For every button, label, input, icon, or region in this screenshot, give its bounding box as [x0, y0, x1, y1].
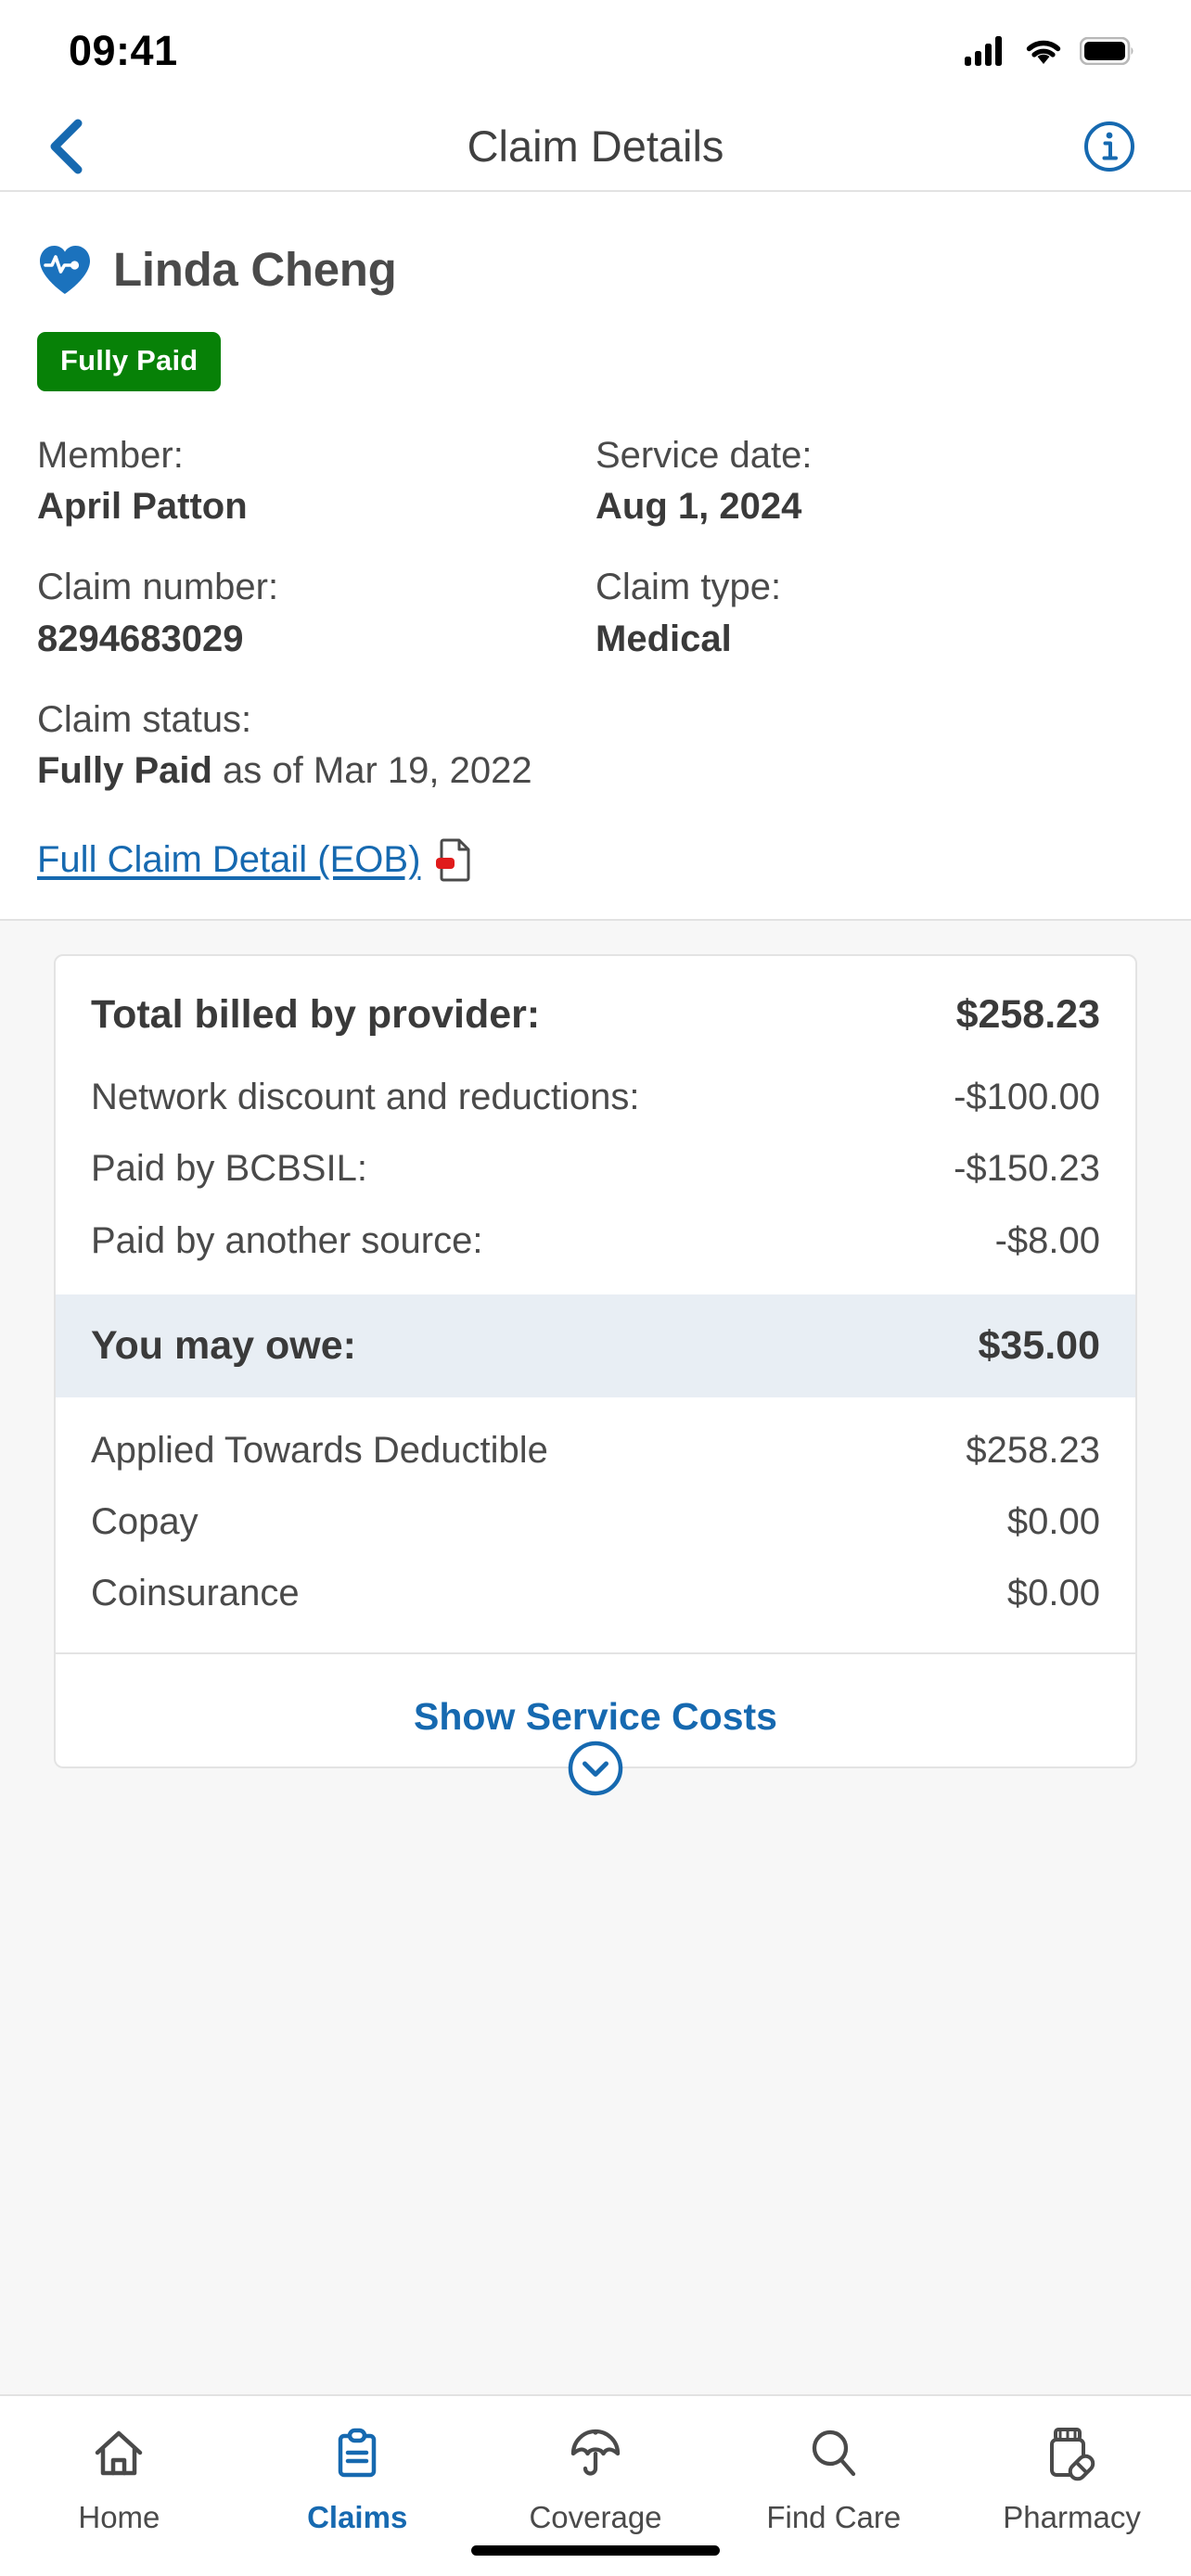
- breakdown-row-copay: Copay $0.00: [56, 1478, 1135, 1549]
- pill-bottle-icon: [1049, 2428, 1095, 2481]
- field-claim-status: Claim status: Fully Paid as of Mar 19, 2…: [37, 696, 1154, 795]
- tab-find-care[interactable]: Find Care: [714, 2420, 953, 2535]
- field-member: Member: April Patton: [37, 432, 596, 530]
- total-billed-row: Total billed by provider: $258.23: [56, 956, 1135, 1053]
- umbrella-icon: [570, 2429, 621, 2476]
- field-value: April Patton: [37, 486, 248, 528]
- breakdown-amount: $258.23: [966, 1429, 1100, 1471]
- breakdown-label: Coinsurance: [91, 1573, 300, 1614]
- info-circle-icon: [1084, 121, 1134, 172]
- cost-row-label: Network discount and reductions:: [91, 1077, 640, 1118]
- claim-status-date: as of Mar 19, 2022: [211, 749, 532, 791]
- status-bar-indicators: [965, 36, 1133, 66]
- navigation-header: Claim Details: [0, 102, 1191, 192]
- field-value: Aug 1, 2024: [596, 486, 802, 528]
- claim-fields-grid: Member: April Patton Service date: Aug 1…: [37, 432, 1154, 795]
- cost-card: Total billed by provider: $258.23 Networ…: [54, 954, 1137, 1769]
- you-may-owe-row: You may owe: $35.00: [56, 1294, 1135, 1397]
- search-icon: [812, 2429, 855, 2477]
- scroll-content: Linda Cheng Fully Paid Member: April Pat…: [0, 192, 1191, 2394]
- breakdown-amount: $0.00: [1006, 1500, 1100, 1542]
- heart-pulse-icon: [40, 245, 90, 294]
- tab-claims[interactable]: Claims: [238, 2420, 477, 2535]
- eob-link-row[interactable]: Full Claim Detail (EOB): [37, 837, 1154, 882]
- status-bar-clock: 09:41: [69, 27, 178, 74]
- field-claim-number: Claim number: 8294683029: [37, 564, 596, 662]
- plan-name: Linda Cheng: [113, 243, 397, 296]
- total-billed-amount: $258.23: [955, 992, 1100, 1038]
- you-may-owe-label: You may owe:: [91, 1322, 356, 1368]
- claim-status-value: Fully Paid: [37, 749, 212, 791]
- pdf-document-icon: [436, 838, 470, 882]
- cost-row-label: Paid by another source:: [91, 1219, 483, 1261]
- owe-breakdown-group: Applied Towards Deductible $258.23 Copay…: [56, 1397, 1135, 1655]
- back-button[interactable]: [37, 117, 96, 176]
- info-button[interactable]: [1080, 117, 1139, 176]
- field-label: Service date:: [596, 435, 813, 476]
- cost-row-network-discount: Network discount and reductions: -$100.0…: [56, 1053, 1135, 1125]
- breakdown-row-coinsurance: Coinsurance $0.00: [56, 1549, 1135, 1621]
- field-value: Fully Paid as of Mar 19, 2022: [37, 747, 1135, 795]
- clipboard-icon: [338, 2428, 377, 2478]
- tab-home[interactable]: Home: [0, 2420, 238, 2535]
- breakdown-row-deductible: Applied Towards Deductible $258.23: [56, 1397, 1135, 1478]
- field-value: 8294683029: [37, 618, 244, 659]
- cellular-signal-icon: [965, 36, 1002, 66]
- home-icon: [96, 2430, 143, 2476]
- home-indicator: [471, 2545, 720, 2556]
- tab-label: Coverage: [529, 2500, 662, 2534]
- status-badge: Fully Paid: [37, 332, 222, 391]
- field-service-date: Service date: Aug 1, 2024: [596, 432, 1154, 530]
- status-bar: 09:41: [0, 0, 1191, 102]
- tab-label: Claims: [307, 2500, 408, 2534]
- you-may-owe-amount: $35.00: [978, 1322, 1100, 1368]
- cost-row-amount: -$150.23: [954, 1148, 1100, 1190]
- chevron-left-icon: [50, 119, 83, 173]
- field-claim-type: Claim type: Medical: [596, 564, 1154, 662]
- expander-toggle[interactable]: [54, 1740, 1137, 1797]
- cost-row-label: Paid by BCBSIL:: [91, 1148, 367, 1190]
- breakdown-amount: $0.00: [1006, 1573, 1100, 1614]
- tab-pharmacy[interactable]: Pharmacy: [953, 2420, 1191, 2535]
- field-label: Claim status:: [37, 698, 252, 740]
- breakdown-label: Copay: [91, 1500, 198, 1542]
- total-billed-label: Total billed by provider:: [91, 992, 541, 1038]
- tab-coverage[interactable]: Coverage: [477, 2420, 715, 2535]
- field-label: Claim type:: [596, 567, 782, 608]
- tab-label: Find Care: [766, 2500, 902, 2534]
- tab-label: Home: [78, 2500, 160, 2534]
- cost-row-amount: -$8.00: [994, 1219, 1100, 1261]
- plan-header: Linda Cheng: [37, 242, 1154, 297]
- field-label: Claim number:: [37, 567, 279, 608]
- cost-row-paid-by-plan: Paid by BCBSIL: -$150.23: [56, 1125, 1135, 1196]
- cost-row-paid-by-other: Paid by another source: -$8.00: [56, 1197, 1135, 1269]
- chevron-down-circle-icon: [568, 1741, 623, 1796]
- breakdown-label: Applied Towards Deductible: [91, 1429, 548, 1471]
- app-screen: 09:41 Claim Details Linda Cheng Fully Pa…: [0, 0, 1191, 2576]
- page-title: Claim Details: [467, 121, 724, 171]
- tab-label: Pharmacy: [1003, 2500, 1141, 2534]
- field-label: Member:: [37, 435, 184, 476]
- wifi-icon: [1026, 40, 1061, 64]
- eob-link[interactable]: Full Claim Detail (EOB): [37, 839, 420, 881]
- battery-icon: [1080, 37, 1133, 65]
- cost-row-amount: -$100.00: [954, 1077, 1100, 1118]
- show-service-costs-label: Show Service Costs: [414, 1695, 777, 1739]
- cost-breakdown-section: Total billed by provider: $258.23 Networ…: [0, 919, 1191, 2394]
- field-value: Medical: [596, 618, 732, 659]
- claim-summary-panel: Linda Cheng Fully Paid Member: April Pat…: [0, 192, 1191, 920]
